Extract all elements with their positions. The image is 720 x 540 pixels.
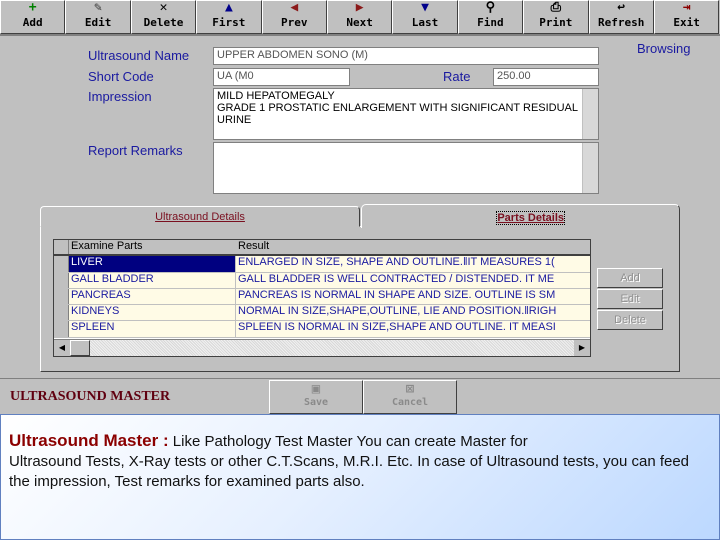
short-code-label: Short Code [88, 69, 154, 84]
table-row[interactable]: SPLEEN SPLEEN IS NORMAL IN SIZE,SHAPE AND… [54, 321, 590, 338]
toolbar-last-button[interactable]: ▼ Last [392, 0, 458, 34]
cell-part[interactable]: PANCREAS [69, 288, 236, 305]
save-icon: ▣ [311, 381, 321, 397]
row-selector[interactable] [54, 288, 69, 305]
cell-result[interactable]: ENLARGED IN SIZE, SHAPE AND OUTLINE.‖IT … [236, 256, 590, 271]
ultrasound-name-label: Ultrasound Name [88, 48, 190, 63]
row-selector[interactable] [54, 321, 69, 337]
ultrasound-name-input[interactable]: UPPER ABDOMEN SONO (M) [213, 47, 599, 65]
toolbar-label: Find [477, 16, 504, 29]
printer-icon: ⎙ [550, 0, 562, 15]
report-remarks-label: Report Remarks [88, 143, 183, 158]
toolbar-label: First [212, 16, 246, 29]
column-header-result[interactable]: Result [236, 240, 590, 254]
toolbar-next-button[interactable]: ▶ Next [326, 0, 393, 34]
description-text-1: Like Pathology Test Master You can creat… [168, 433, 528, 450]
description-heading: Ultrasound Master : [9, 431, 169, 450]
cell-result[interactable]: NORMAL IN SIZE,SHAPE,OUTLINE, LIE AND PO… [236, 305, 590, 320]
arrow-down-icon: ▼ [421, 0, 429, 15]
exit-icon: ⇥ [682, 0, 691, 15]
impression-scrollbar[interactable] [582, 89, 598, 139]
toolbar-exit-button[interactable]: ⇥ Exit [653, 0, 720, 34]
toolbar-find-button[interactable]: ⚲ Find [457, 0, 524, 34]
toolbar-label: Add [22, 16, 43, 29]
toolbar-label: Refresh [598, 16, 645, 29]
tab-label: Parts Details [496, 211, 565, 225]
cancel-label: Cancel [391, 397, 429, 408]
toolbar-label: Last [411, 16, 439, 29]
description-text-2: Ultrasound Tests, X-Ray tests or other C… [9, 453, 690, 490]
toolbar-label: Delete [143, 16, 184, 29]
short-code-input[interactable]: UA (M0 [213, 68, 350, 86]
toolbar: + Add ✎ Edit ✕ Delete ▲ First ◀ Prev ▶ Next ▼ Last ⚲ Fi… [0, 0, 720, 36]
toolbar-add-button[interactable]: + Add [0, 0, 66, 34]
toolbar-label: Next [346, 16, 373, 29]
cancel-button[interactable]: ⊠ Cancel [363, 380, 457, 414]
toolbar-delete-button[interactable]: ✕ Delete [130, 0, 197, 34]
toolbar-label: Edit [84, 16, 112, 29]
tab-parts-details[interactable]: Parts Details [361, 204, 680, 228]
cell-part[interactable]: SPLEEN [69, 321, 236, 337]
table-row[interactable]: GALL BLADDER GALL BLADDER IS WELL CONTRAC… [54, 272, 590, 289]
row-selector[interactable] [54, 256, 69, 272]
cell-result[interactable]: PANCREAS IS NORMAL IN SHAPE AND SIZE. OU… [236, 289, 590, 304]
parts-edit-button[interactable]: Edit [597, 289, 663, 309]
tab-label: Ultrasound Details [155, 211, 245, 223]
binoculars-icon: ⚲ [485, 0, 496, 15]
toolbar-first-button[interactable]: ▲ First [196, 0, 262, 34]
table-row[interactable]: PANCREAS PANCREAS IS NORMAL IN SHAPE AND … [54, 288, 590, 306]
mode-status: Browsing [637, 41, 691, 56]
cell-part[interactable]: LIVER [69, 256, 236, 272]
refresh-icon: ↩ [617, 0, 626, 15]
cell-result[interactable]: SPLEEN IS NORMAL IN SIZE,SHAPE AND OUTLI… [236, 321, 590, 336]
report-remarks-textarea[interactable] [213, 142, 599, 194]
arrow-right-icon: ▶ [355, 0, 364, 15]
description-box: Ultrasound Master : Like Pathology Test … [0, 414, 720, 540]
form-title: ULTRASOUND MASTER [10, 389, 171, 404]
grid-header: Examine Parts Result [54, 240, 590, 257]
remarks-scrollbar[interactable] [582, 143, 598, 193]
impression-textarea[interactable]: MILD HEPATOMEGALY GRADE 1 PROSTATIC ENLA… [213, 88, 599, 140]
scroll-right-arrow[interactable]: ▶ [574, 340, 590, 356]
rate-label: Rate [443, 69, 471, 84]
row-selector[interactable] [54, 305, 69, 321]
toolbar-edit-button[interactable]: ✎ Edit [65, 0, 131, 34]
save-button[interactable]: ▣ Save [269, 380, 363, 414]
rate-input[interactable]: 250.00 [493, 68, 599, 86]
toolbar-print-button[interactable]: ⎙ Print [523, 0, 589, 34]
table-row[interactable]: LIVER ENLARGED IN SIZE, SHAPE AND OUTLINE… [54, 256, 590, 273]
column-header-examine-parts[interactable]: Examine Parts [69, 240, 236, 255]
arrow-left-icon: ◀ [290, 0, 299, 15]
row-selector[interactable] [54, 272, 69, 288]
cell-part[interactable]: KIDNEYS [69, 305, 236, 321]
table-row[interactable]: KIDNEYS NORMAL IN SIZE,SHAPE,OUTLINE, LIE… [54, 305, 590, 322]
toolbar-label: Print [539, 16, 573, 29]
scroll-left-arrow[interactable]: ◀ [54, 340, 70, 356]
plus-icon: + [28, 0, 37, 15]
cell-part[interactable]: GALL BLADDER [69, 272, 236, 288]
horizontal-scrollbar[interactable]: ◀ ▶ [54, 339, 590, 356]
parts-add-button[interactable]: Add [597, 268, 663, 288]
edit-icon: ✎ [94, 0, 102, 15]
scroll-thumb[interactable] [70, 340, 90, 356]
parts-grid: Examine Parts Result LIVER ENLARGED IN SIZ… [53, 239, 591, 357]
toolbar-label: Prev [281, 16, 308, 29]
arrow-up-icon: ▲ [224, 0, 233, 15]
tab-ultrasound-details[interactable]: Ultrasound Details [40, 206, 360, 227]
impression-text: MILD HEPATOMEGALY GRADE 1 PROSTATIC ENLA… [217, 90, 578, 126]
cell-result[interactable]: GALL BLADDER IS WELL CONTRACTED / DISTEN… [236, 273, 590, 288]
toolbar-label: Exit [673, 16, 700, 29]
toolbar-prev-button[interactable]: ◀ Prev [261, 0, 327, 34]
save-label: Save [303, 397, 329, 408]
toolbar-refresh-button[interactable]: ↩ Refresh [588, 0, 654, 34]
cancel-icon: ⊠ [405, 381, 415, 397]
impression-label: Impression [88, 89, 152, 104]
header-selector [54, 240, 69, 255]
delete-icon: ✕ [159, 0, 168, 15]
parts-delete-button[interactable]: Delete [597, 310, 663, 330]
